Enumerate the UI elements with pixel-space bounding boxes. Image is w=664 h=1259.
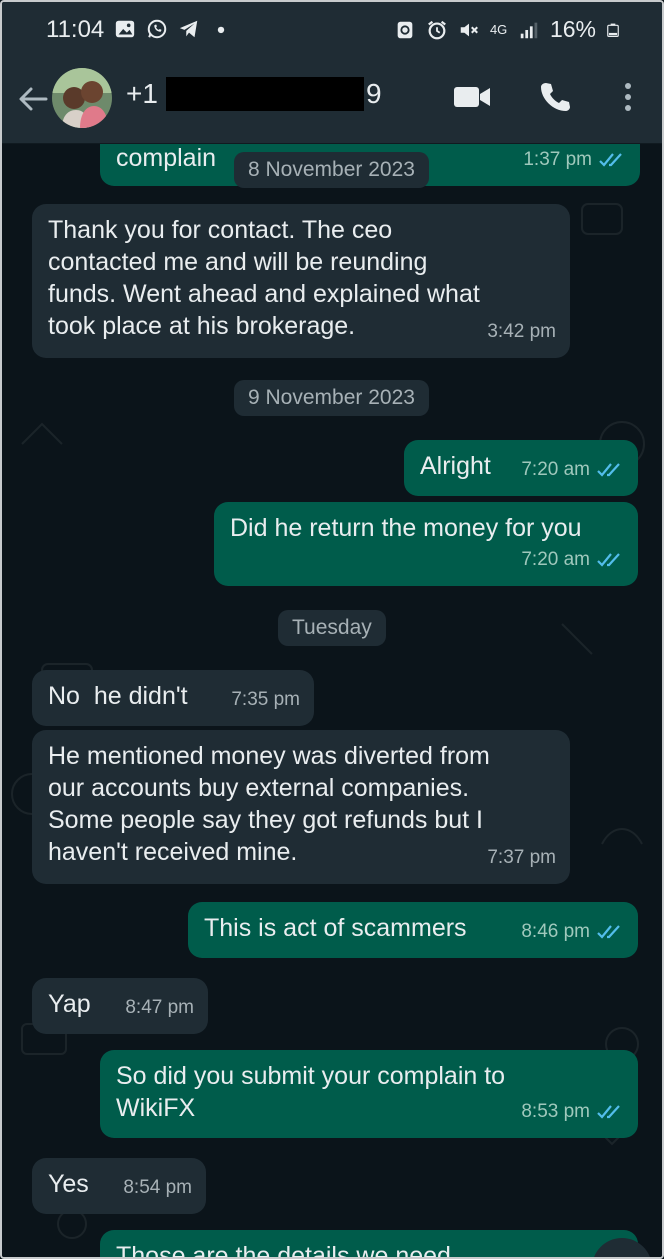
message-meta: 3:42 pm (487, 316, 556, 348)
read-receipt-icon (597, 553, 620, 567)
message-meta: 8:53 pm (521, 1096, 624, 1128)
message-incoming[interactable]: Yap 8:47 pm (32, 978, 208, 1034)
redaction-bar (166, 77, 364, 111)
message-meta: 8:47 pm (125, 992, 194, 1024)
message-time: 8:47 pm (125, 997, 194, 1018)
message-time: 3:42 pm (487, 321, 556, 342)
message-time: 8:53 pm (521, 1101, 590, 1122)
back-arrow-icon[interactable] (16, 82, 50, 116)
contact-name-suffix[interactable]: 9 (366, 78, 382, 110)
message-text: Did he return the money for you (230, 514, 582, 542)
date-separator: 8 November 2023 (234, 152, 429, 188)
message-meta: 1:37 pm (523, 144, 626, 176)
battery-percent: 16% (549, 16, 596, 42)
message-time: 7:35 pm (231, 689, 300, 710)
date-separator: 9 November 2023 (234, 380, 429, 416)
message-time: 8:46 pm (521, 921, 590, 942)
read-receipt-icon (599, 153, 622, 167)
message-outgoing[interactable]: Did he return the money for you 7:20 am (214, 502, 638, 586)
message-text: Thank you for contact. The ceo contacted… (48, 216, 480, 340)
whatsapp-icon (147, 19, 167, 39)
message-time: 7:20 am (521, 549, 590, 570)
signal-icon (520, 22, 538, 38)
message-time: 7:20 am (521, 459, 590, 480)
more-options-icon[interactable] (620, 80, 636, 114)
read-receipt-icon (597, 1105, 620, 1119)
date-separator: Tuesday (278, 610, 386, 646)
message-meta: 8:46 pm (521, 916, 624, 948)
message-meta: 8:54 pm (123, 1172, 192, 1204)
message-incoming[interactable]: He mentioned money was diverted from our… (32, 730, 570, 884)
read-receipt-icon (597, 463, 620, 477)
status-bar: 11:04 4G 16% (2, 2, 662, 60)
message-outgoing[interactable]: Those are the details we need (100, 1230, 638, 1259)
message-time: 1:37 pm (523, 149, 592, 170)
message-meta: 7:35 pm (231, 684, 300, 716)
video-call-icon[interactable] (452, 82, 492, 112)
chat-area[interactable]: complain 1:37 pm 8 November 2023 Thank y… (2, 144, 662, 1259)
message-outgoing[interactable]: This is act of scammers 8:46 pm (188, 902, 638, 958)
contact-name-prefix[interactable]: +1 (126, 78, 158, 110)
message-text: Those are the details we need (116, 1242, 451, 1259)
voice-call-icon[interactable] (538, 80, 572, 114)
message-time: 8:54 pm (123, 1177, 192, 1198)
status-notification-icons (114, 18, 232, 40)
message-text: He mentioned money was diverted from our… (48, 742, 490, 866)
app-frame: 11:04 4G 16% +1 9 complain 1:37 pm 8 Nov… (0, 0, 664, 1259)
alarm-icon (428, 20, 446, 39)
message-incoming[interactable]: Thank you for contact. The ceo contacted… (32, 204, 570, 358)
message-time: 7:37 pm (487, 847, 556, 868)
recycle-icon (397, 21, 413, 38)
gallery-icon (115, 20, 135, 38)
message-outgoing[interactable]: Alright 7:20 am (404, 440, 638, 496)
message-meta: 7:20 am (521, 454, 624, 486)
read-receipt-icon (597, 925, 620, 939)
battery-icon (607, 23, 619, 37)
contact-avatar[interactable] (52, 68, 112, 128)
message-meta: 7:37 pm (487, 842, 556, 874)
status-system-icons: 4G 16% (394, 16, 620, 43)
message-incoming[interactable]: Yes 8:54 pm (32, 1158, 206, 1214)
telegram-icon (179, 20, 198, 38)
status-time: 11:04 (46, 16, 105, 43)
message-incoming[interactable]: No he didn't 7:35 pm (32, 670, 314, 726)
chat-header: +1 9 (2, 60, 662, 144)
message-outgoing[interactable]: So did you submit your complain to WikiF… (100, 1050, 638, 1138)
avatar-photo (52, 68, 112, 128)
network-type: 4G (489, 22, 508, 37)
mute-icon (460, 23, 478, 36)
dot-icon (217, 26, 225, 34)
message-meta: 7:20 am (521, 544, 624, 576)
